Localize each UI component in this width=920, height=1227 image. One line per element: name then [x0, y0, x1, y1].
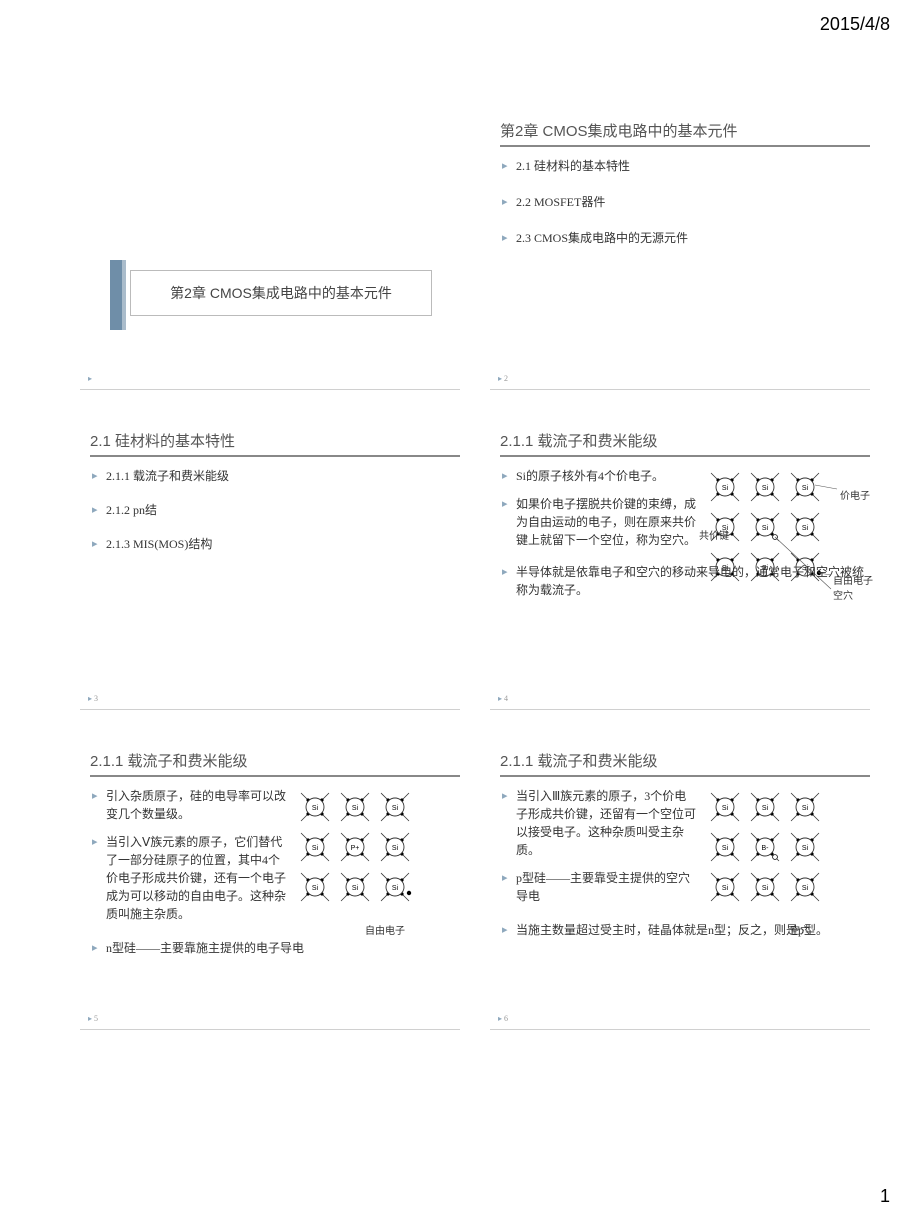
svg-text:Si: Si [392, 805, 399, 812]
content-list: Si的原子核外有4个价电子。 如果价电子摆脱共价键的束缚，成为自由运动的电子，则… [502, 467, 697, 549]
svg-text:Si: Si [802, 485, 809, 492]
svg-text:Si: Si [722, 845, 729, 852]
list-item: Si的原子核外有4个价电子。 [502, 467, 697, 485]
list-item: 2.2 MOSFET器件 [502, 193, 870, 211]
list-item: 半导体就是依靠电子和空穴的移动来导电的，通常电子和空穴被统称为载流子。 [502, 563, 870, 599]
list-item: n型硅——主要靠施主提供的电子导电 [92, 939, 460, 957]
slide-number: 4 [498, 694, 508, 703]
slide-title: 2.1.1 载流子和费米能级 [90, 750, 460, 777]
content-list-bottom: n型硅——主要靠施主提供的电子导电 [92, 939, 460, 957]
svg-text:Si: Si [392, 845, 399, 852]
label-free-electron: 自由电子 [365, 922, 405, 937]
svg-text:Si: Si [312, 805, 319, 812]
svg-text:Si: Si [802, 805, 809, 812]
list-item: 当施主数量超过受主时，硅晶体就是n型；反之，则是p型。 [502, 921, 870, 939]
label-valence-electron: 价电子 [840, 487, 870, 502]
content-list: 当引入Ⅲ族元素的原子，3个价电子形成共价键，还留有一个空位可以接受电子。这种杂质… [502, 787, 697, 905]
slide-grid: 第2章 CMOS集成电路中的基本元件 第2章 CMOS集成电路中的基本元件 2.… [80, 120, 870, 1030]
svg-text:Si: Si [722, 485, 729, 492]
slide-4: 2.1.1 载流子和费米能级 Si的原子核外有4个价电子。 如果价电子摆脱共价键… [490, 430, 870, 710]
list-item: 2.1.3 MIS(MOS)结构 [92, 535, 460, 553]
lattice-diagram-donor: Si Si Si Si P+ Si Si Si Si [295, 787, 455, 937]
lattice-diagram-acceptor: Si Si Si Si B- Si Si Si Si [705, 787, 865, 937]
svg-text:Si: Si [762, 525, 769, 532]
list-item: 如果价电子摆脱共价键的束缚，成为自由运动的电子，则在原来共价键上就留下一个空位，… [502, 495, 697, 549]
title-rail [110, 260, 122, 330]
svg-text:B-: B- [762, 845, 770, 852]
svg-text:Si: Si [392, 885, 399, 892]
list-item: 当引入Ⅲ族元素的原子，3个价电子形成共价键，还留有一个空位可以接受电子。这种杂质… [502, 787, 697, 859]
list-item: 2.3 CMOS集成电路中的无源元件 [502, 229, 870, 247]
slide-6: 2.1.1 载流子和费米能级 当引入Ⅲ族元素的原子，3个价电子形成共价键，还留有… [490, 750, 870, 1030]
label-covalent-bond: 共价键 [699, 527, 729, 542]
svg-text:Si: Si [802, 525, 809, 532]
slide-title: 2.1.1 载流子和费米能级 [500, 430, 870, 457]
svg-text:Si: Si [352, 805, 359, 812]
slide-title: 2.1.1 载流子和费米能级 [500, 750, 870, 777]
section-list: 2.1.1 载流子和费米能级 2.1.2 pn结 2.1.3 MIS(MOS)结… [92, 467, 460, 553]
svg-text:Si: Si [762, 805, 769, 812]
slide-title: 第2章 CMOS集成电路中的基本元件 [500, 120, 870, 147]
slide-1: 第2章 CMOS集成电路中的基本元件 [80, 120, 460, 390]
svg-text:Si: Si [762, 885, 769, 892]
svg-text:Si: Si [722, 805, 729, 812]
svg-text:Si: Si [802, 845, 809, 852]
svg-text:Si: Si [802, 885, 809, 892]
slide-marker [88, 374, 96, 383]
list-item: 2.1.1 载流子和费米能级 [92, 467, 460, 485]
svg-text:Si: Si [312, 845, 319, 852]
list-item: p型硅——主要靠受主提供的空穴导电 [502, 869, 697, 905]
page-number: 1 [880, 1186, 890, 1207]
page-date: 2015/4/8 [820, 14, 890, 35]
list-item: 当引入Ⅴ族元素的原子，它们替代了一部分硅原子的位置，其中4个价电子形成共价键，还… [92, 833, 287, 923]
svg-text:Si: Si [352, 885, 359, 892]
list-item: 引入杂质原子，硅的电导率可以改变几个数量级。 [92, 787, 287, 823]
svg-text:Si: Si [762, 485, 769, 492]
slide-title: 2.1 硅材料的基本特性 [90, 430, 460, 457]
slide-5: 2.1.1 载流子和费米能级 引入杂质原子，硅的电导率可以改变几个数量级。 当引… [80, 750, 460, 1030]
svg-text:P+: P+ [351, 845, 360, 852]
chapter-title-card: 第2章 CMOS集成电路中的基本元件 [130, 270, 432, 316]
slide-number: 5 [88, 1014, 98, 1023]
content-list-bottom: 当施主数量超过受主时，硅晶体就是n型；反之，则是p型。 [502, 921, 870, 939]
title-rail-inner [122, 260, 126, 330]
svg-text:Si: Si [312, 885, 319, 892]
svg-text:Si: Si [722, 885, 729, 892]
toc-list: 2.1 硅材料的基本特性 2.2 MOSFET器件 2.3 CMOS集成电路中的… [502, 157, 870, 247]
list-item: 2.1 硅材料的基本特性 [502, 157, 870, 175]
slide-3: 2.1 硅材料的基本特性 2.1.1 载流子和费米能级 2.1.2 pn结 2.… [80, 430, 460, 710]
slide-number: 2 [498, 374, 508, 383]
content-list-bottom: 半导体就是依靠电子和空穴的移动来导电的，通常电子和空穴被统称为载流子。 [502, 563, 870, 599]
slide-number: 6 [498, 1014, 508, 1023]
list-item: 2.1.2 pn结 [92, 501, 460, 519]
slide-2: 第2章 CMOS集成电路中的基本元件 2.1 硅材料的基本特性 2.2 MOSF… [490, 120, 870, 390]
content-list: 引入杂质原子，硅的电导率可以改变几个数量级。 当引入Ⅴ族元素的原子，它们替代了一… [92, 787, 287, 923]
slide-number: 3 [88, 694, 98, 703]
